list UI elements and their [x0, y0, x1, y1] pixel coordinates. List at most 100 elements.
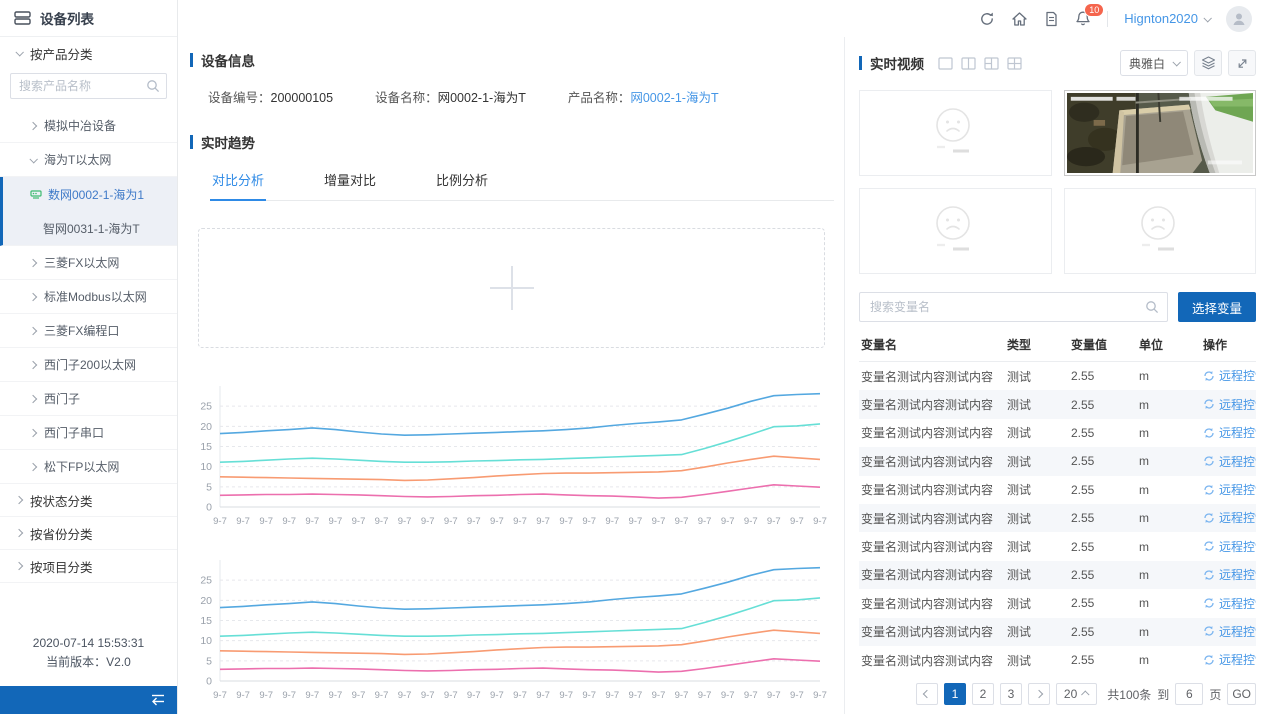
page-button-1[interactable]: 1: [944, 683, 966, 705]
tree-product-item[interactable]: 标准Modbus以太网: [0, 280, 177, 314]
product-search-input[interactable]: [10, 73, 167, 99]
cell-unit: m: [1139, 398, 1203, 412]
remote-control-link[interactable]: 远程控制: [1203, 595, 1256, 612]
cell-value: 2.55: [1071, 483, 1139, 497]
video-placeholder-cell[interactable]: [859, 188, 1052, 274]
svg-text:9-7: 9-7: [629, 516, 643, 527]
layout-1-pane-icon[interactable]: [938, 57, 953, 70]
remote-control-link[interactable]: 远程控制: [1203, 367, 1256, 384]
sidebar-group-item[interactable]: 按状态分类: [0, 484, 177, 517]
page-button-2[interactable]: 2: [972, 683, 994, 705]
remote-control-link[interactable]: 远程控制: [1203, 424, 1256, 441]
tree-product-label: 三菱FX编程口: [44, 322, 119, 339]
tab-1[interactable]: 对比分析: [210, 166, 266, 201]
select-variable-button[interactable]: 选择变量: [1178, 292, 1256, 322]
svg-text:9-7: 9-7: [813, 690, 827, 701]
tree-device-item[interactable]: 智网0031-1-海为T: [3, 211, 177, 245]
svg-text:20: 20: [200, 421, 212, 433]
remote-control-link[interactable]: 远程控制: [1203, 481, 1256, 498]
sidebar-group-by-product[interactable]: 按产品分类: [0, 37, 177, 69]
cell-type: 测试: [1007, 424, 1071, 441]
product-name-link[interactable]: 网0002-1-海为T: [630, 91, 718, 105]
pagination: 123 20 共100条 到 页 GO: [859, 683, 1256, 705]
next-page-button[interactable]: [1028, 683, 1050, 705]
remote-control-icon: [1203, 370, 1215, 382]
col-value: 变量值: [1071, 336, 1139, 353]
table-row: 变量名测试内容测试内容测试2.55m 远程控制: [859, 646, 1256, 674]
tab-2[interactable]: 增量对比: [322, 166, 378, 201]
remote-control-link[interactable]: 远程控制: [1203, 538, 1256, 555]
document-icon[interactable]: [1044, 11, 1059, 27]
tab-3[interactable]: 比例分析: [434, 166, 490, 201]
cell-action: 远程控制: [1203, 623, 1256, 641]
cell-action: 远程控制: [1203, 424, 1256, 442]
product-name-field: 产品名称：网0002-1-海为T: [568, 87, 719, 106]
svg-text:9-7: 9-7: [721, 516, 735, 527]
tree-product-item[interactable]: 西门子: [0, 382, 177, 416]
layout-2-pane-icon[interactable]: [961, 57, 976, 70]
jump-page-input[interactable]: [1175, 683, 1203, 705]
refresh-icon[interactable]: [979, 11, 995, 27]
sidebar-group-item[interactable]: 按省份分类: [0, 517, 177, 550]
tree-product-item[interactable]: 西门子200以太网: [0, 348, 177, 382]
theme-select[interactable]: 典雅白: [1120, 50, 1188, 76]
video-placeholder-cell[interactable]: [1064, 188, 1257, 274]
remote-control-link[interactable]: 远程控制: [1203, 566, 1256, 583]
remote-control-link[interactable]: 远程控制: [1203, 623, 1256, 640]
user-menu[interactable]: Hignton2020: [1124, 11, 1210, 26]
tree-product-item[interactable]: 三菱FX以太网: [0, 246, 177, 280]
svg-text:9-7: 9-7: [698, 516, 712, 527]
remote-control-label: 远程控制: [1219, 651, 1256, 668]
home-icon[interactable]: [1011, 11, 1028, 27]
remote-control-link[interactable]: 远程控制: [1203, 651, 1256, 668]
remote-control-icon: [1203, 569, 1215, 581]
avatar[interactable]: [1226, 6, 1252, 32]
prev-page-button[interactable]: [916, 683, 938, 705]
svg-text:9-7: 9-7: [213, 690, 227, 701]
tree-product-item[interactable]: 松下FP以太网: [0, 450, 177, 484]
go-button[interactable]: GO: [1227, 683, 1256, 705]
layout-3-pane-icon[interactable]: [984, 57, 999, 70]
svg-text:0: 0: [206, 676, 212, 688]
tree-product-item[interactable]: 西门子串口: [0, 416, 177, 450]
tree-product-item[interactable]: 模拟中冶设备: [0, 109, 177, 143]
video-placeholder-cell[interactable]: [859, 90, 1052, 176]
cell-name: 变量名测试内容测试内容: [859, 595, 1007, 612]
svg-text:15: 15: [200, 441, 212, 453]
cell-action: 远程控制: [1203, 651, 1256, 669]
col-action: 操作: [1203, 336, 1256, 353]
sidebar-collapse-bar[interactable]: [0, 686, 177, 714]
layout-4-pane-icon[interactable]: [1007, 57, 1022, 70]
sidebar-group-item[interactable]: 按项目分类: [0, 550, 177, 583]
variable-search-input[interactable]: [859, 292, 1168, 322]
fullscreen-button[interactable]: [1228, 50, 1256, 76]
svg-text:9-7: 9-7: [490, 690, 504, 701]
remote-control-link[interactable]: 远程控制: [1203, 509, 1256, 526]
page-size-select[interactable]: 20: [1056, 683, 1097, 705]
tree-product-item[interactable]: 三菱FX编程口: [0, 314, 177, 348]
svg-text:9-7: 9-7: [582, 690, 596, 701]
cell-action: 远程控制: [1203, 566, 1256, 584]
remote-control-link[interactable]: 远程控制: [1203, 396, 1256, 413]
variable-table-body: 变量名测试内容测试内容测试2.55m 远程控制变量名测试内容测试内容测试2.55…: [859, 362, 1256, 674]
tree-product-label: 西门子200以太网: [44, 356, 136, 373]
tree-product-label: 标准Modbus以太网: [44, 288, 147, 305]
layers-button[interactable]: [1194, 50, 1222, 76]
page-button-3[interactable]: 3: [1000, 683, 1022, 705]
tree-product-item[interactable]: 海为T以太网: [0, 143, 177, 177]
svg-text:9-7: 9-7: [352, 516, 366, 527]
video-cell[interactable]: [1064, 90, 1257, 176]
chevron-right-icon: [29, 292, 37, 300]
variable-table: 变量名 类型 变量值 单位 操作 变量名测试内容测试内容测试2.55m 远程控制…: [859, 328, 1256, 674]
svg-text:9-7: 9-7: [444, 690, 458, 701]
svg-text:9-7: 9-7: [305, 516, 319, 527]
cell-action: 远程控制: [1203, 538, 1256, 556]
svg-text:9-7: 9-7: [375, 690, 389, 701]
notification-bell-icon[interactable]: 10: [1075, 10, 1091, 27]
tree-device-item[interactable]: 数网0002-1-海为1: [3, 177, 177, 211]
remote-control-link[interactable]: 远程控制: [1203, 453, 1256, 470]
add-variable-dropzone[interactable]: [198, 228, 825, 348]
cell-name: 变量名测试内容测试内容: [859, 510, 1007, 527]
trend-section-title: 实时趋势: [190, 132, 834, 152]
sidebar-group-label: 按项目分类: [30, 557, 93, 576]
